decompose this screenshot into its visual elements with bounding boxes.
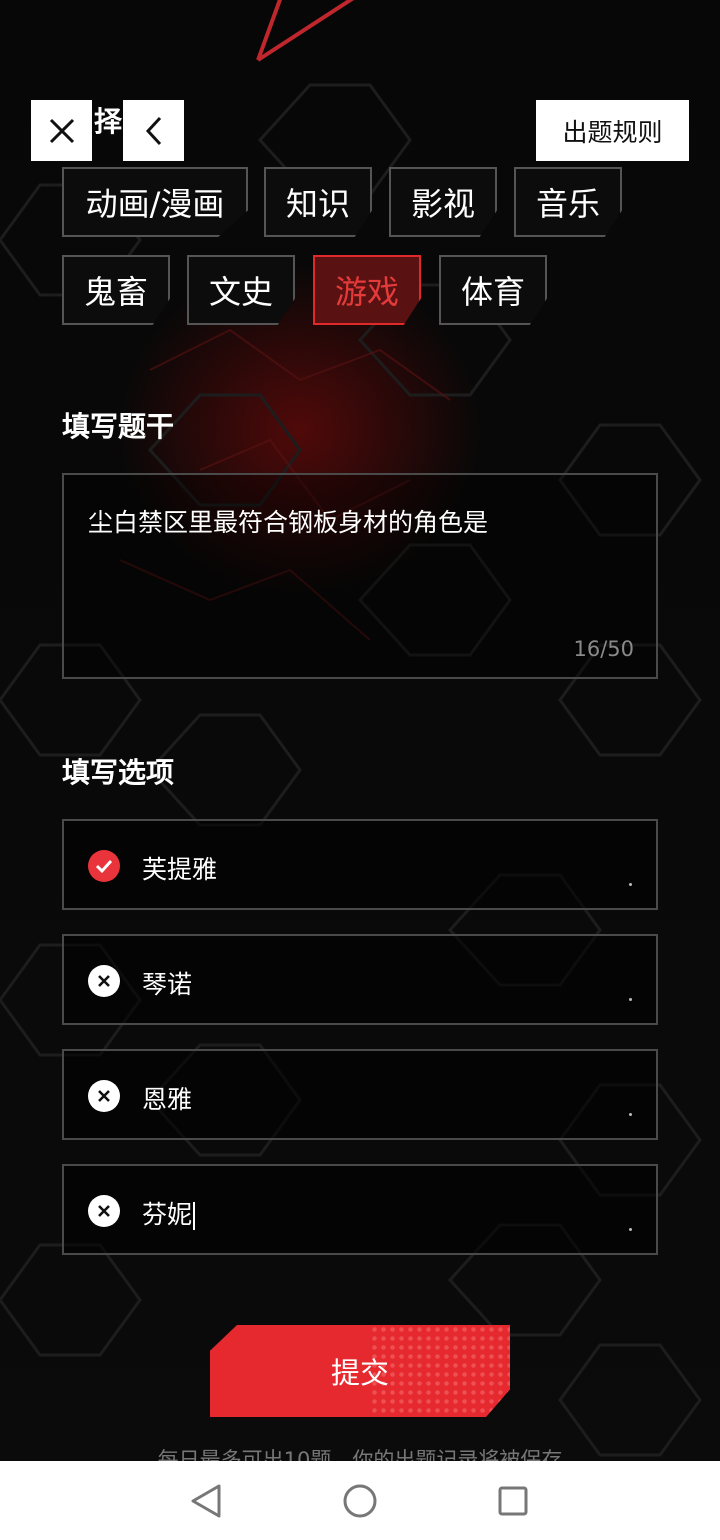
x-circle-icon[interactable] <box>88 1195 120 1227</box>
tag-literature-history[interactable]: 文史 <box>187 255 295 325</box>
option-text: 芙提雅 <box>142 855 218 884</box>
options-section-title: 填写选项 <box>62 756 175 789</box>
x-circle-icon[interactable] <box>88 1080 120 1112</box>
option-field-3[interactable]: 恩雅 <box>62 1049 658 1140</box>
stem-textarea[interactable]: 尘白禁区里最符合钢板身材的角色是 16/50 <box>62 473 658 679</box>
close-icon <box>49 118 74 143</box>
submit-label: 提交 <box>330 1356 389 1390</box>
tag-animation-comic[interactable]: 动画/漫画 <box>62 167 248 237</box>
resize-handle <box>629 883 632 886</box>
tag-kichiku[interactable]: 鬼畜 <box>62 255 170 325</box>
check-circle-icon[interactable] <box>88 850 120 882</box>
triangle-back-icon <box>191 1484 221 1518</box>
tag-game[interactable]: 游戏 <box>313 255 421 325</box>
tag-sports[interactable]: 体育 <box>439 255 547 325</box>
back-button[interactable] <box>123 100 184 161</box>
stem-text-value: 尘白禁区里最符合钢板身材的角色是 <box>88 508 489 537</box>
tag-knowledge[interactable]: 知识 <box>264 167 372 237</box>
square-recent-icon <box>498 1486 528 1516</box>
option-text: 恩雅 <box>142 1085 193 1114</box>
tag-film-tv[interactable]: 影视 <box>389 167 497 237</box>
system-navigation-bar <box>0 1461 720 1540</box>
nav-recent-button[interactable] <box>493 1481 533 1521</box>
footer-note: 每日最多可出10题，你的出题记录将被保存 <box>157 1448 563 1462</box>
page-title-fragment: 择 <box>94 105 123 138</box>
text-caret <box>193 1202 196 1230</box>
option-text-active: 芬妮 <box>142 1195 196 1231</box>
resize-handle <box>629 1228 632 1231</box>
x-circle-icon[interactable] <box>88 965 120 997</box>
stem-char-count: 16/50 <box>573 637 634 661</box>
halftone-decoration <box>370 1325 510 1417</box>
tag-music[interactable]: 音乐 <box>514 167 622 237</box>
resize-handle <box>629 998 632 1001</box>
resize-handle <box>629 1113 632 1116</box>
submit-button[interactable]: 提交 <box>210 1325 510 1417</box>
rules-button[interactable]: 出题规则 <box>536 100 689 161</box>
nav-home-button[interactable] <box>340 1481 380 1521</box>
option-field-2[interactable]: 琴诺 <box>62 934 658 1025</box>
option-text-value: 芬妮 <box>142 1200 193 1229</box>
option-field-4[interactable]: 芬妮 <box>62 1164 658 1255</box>
option-field-1[interactable]: 芙提雅 <box>62 819 658 910</box>
stem-section-title: 填写题干 <box>62 410 175 443</box>
chevron-left-icon <box>145 116 161 145</box>
circle-home-icon <box>343 1484 377 1518</box>
close-button[interactable] <box>31 100 92 161</box>
option-text: 琴诺 <box>142 970 193 999</box>
nav-back-button[interactable] <box>186 1481 226 1521</box>
